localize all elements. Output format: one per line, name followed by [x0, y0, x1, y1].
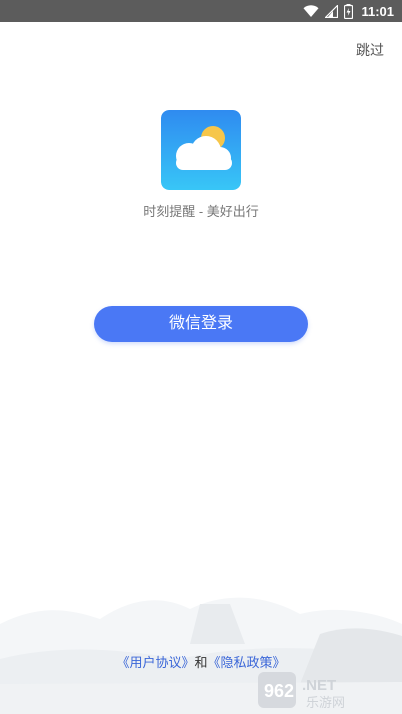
watermark-number: 962	[264, 681, 294, 701]
agreement-connector: 和	[194, 655, 208, 670]
status-time: 11:01	[361, 3, 394, 19]
status-icons: 11:01	[303, 3, 394, 19]
status-bar: 11:01	[0, 0, 402, 22]
wifi-icon	[303, 4, 319, 17]
cell-signal-icon	[325, 4, 339, 18]
watermark-site-name: 乐游网	[306, 696, 345, 710]
weather-cloud-sun-icon	[161, 110, 241, 190]
user-agreement-link[interactable]: 《用户协议》	[116, 655, 194, 670]
app-logo	[161, 110, 241, 190]
app-name: 时刻提醒 - 美好出行	[143, 204, 259, 219]
site-watermark: 962 .NET 乐游网	[258, 672, 345, 710]
agreement-text: 《用户协议》和《隐私政策》	[0, 652, 402, 671]
watermark-suffix: .NET	[302, 677, 336, 694]
skip-button[interactable]: 跳过	[356, 40, 384, 60]
wechat-login-button[interactable]: 微信登录	[94, 306, 308, 342]
privacy-policy-link[interactable]: 《隐私政策》	[208, 655, 286, 670]
battery-icon	[344, 3, 354, 19]
